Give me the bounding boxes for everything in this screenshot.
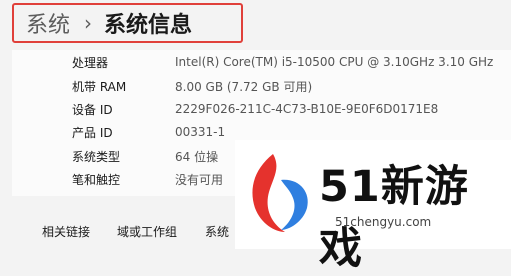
breadcrumb-separator-icon: › [84,11,93,35]
watermark-logo: 51新游戏 51chengyu.com [235,140,511,274]
spec-row-pen-touch: 笔和触控 没有可用 [72,168,223,190]
spec-row-device-id: 设备 ID 2229F026-211C-4C73-B10E-9E0F6D0171… [72,98,438,120]
link-domain-workgroup[interactable]: 域或工作组 [117,223,177,240]
page-title: 系统信息 [104,13,193,38]
watermark-url: 51chengyu.com [335,215,432,229]
spec-row-product-id: 产品 ID 00331-1 [72,121,225,143]
spec-value: 8.00 GB (7.72 GB 可用) [175,79,313,94]
spec-value: 64 位操 [175,149,219,164]
spec-value: 2229F026-211C-4C73-B10E-9E0F6D0171E8 [175,102,439,116]
spec-value: 00331-1 [175,125,226,139]
link-system-protection[interactable]: 系统 [205,223,229,240]
watermark-text: 51新游戏 [319,162,469,274]
spec-label: 处理器 [72,55,109,70]
spec-label: 产品 ID [72,125,113,140]
spec-row-processor: 处理器 Intel(R) Core(TM) i5-10500 CPU @ 3.1… [72,51,493,73]
spec-row-system-type: 系统类型 64 位操 [72,145,218,167]
breadcrumb-parent[interactable]: 系统 [26,7,70,39]
spec-value: Intel(R) Core(TM) i5-10500 CPU @ 3.10GHz… [175,55,494,69]
logo-mark-icon [252,154,308,232]
spec-label: 设备 ID [72,102,113,117]
spec-value: 没有可用 [175,172,224,187]
breadcrumb: 系统 › 系统信息 [12,3,243,43]
spec-row-ram: 机带 RAM 8.00 GB (7.72 GB 可用) [72,75,312,97]
spec-label: 笔和触控 [72,172,121,187]
related-links-label: 相关链接 [42,225,91,239]
spec-label: 系统类型 [72,149,121,164]
spec-label: 机带 RAM [72,79,127,94]
